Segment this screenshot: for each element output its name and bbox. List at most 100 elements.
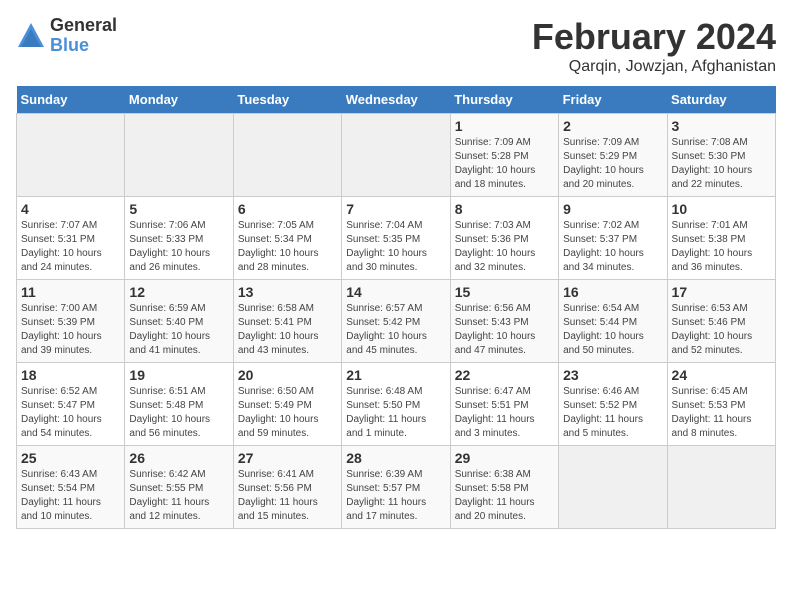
day-number: 23 [563,367,662,383]
day-number: 1 [455,118,554,134]
calendar-cell: 29 Sunrise: 6:38 AM Sunset: 5:58 PM Dayli… [450,446,558,529]
day-info: Sunrise: 7:05 AM Sunset: 5:34 PM Dayligh… [238,219,337,275]
day-number: 7 [346,201,445,217]
day-number: 25 [21,450,120,466]
logo-icon [16,21,46,51]
calendar-cell: 9 Sunrise: 7:02 AM Sunset: 5:37 PM Daylig… [559,197,667,280]
calendar-body: 1 Sunrise: 7:09 AM Sunset: 5:28 PM Daylig… [17,114,776,529]
day-info: Sunrise: 6:47 AM Sunset: 5:51 PM Dayligh… [455,385,554,441]
calendar-table: SundayMondayTuesdayWednesdayThursdayFrid… [16,86,776,529]
day-number: 15 [455,284,554,300]
day-number: 27 [238,450,337,466]
day-info: Sunrise: 6:50 AM Sunset: 5:49 PM Dayligh… [238,385,337,441]
day-info: Sunrise: 6:39 AM Sunset: 5:57 PM Dayligh… [346,468,445,524]
calendar-cell: 18Sunrise: 6:52 AM Sunset: 5:47 PM Dayli… [17,363,125,446]
day-info: Sunrise: 6:45 AM Sunset: 5:53 PM Dayligh… [672,385,771,441]
logo: General Blue [16,16,117,56]
calendar-cell: 4 Sunrise: 7:07 AM Sunset: 5:31 PM Daylig… [17,197,125,280]
day-number: 14 [346,284,445,300]
day-number: 3 [672,118,771,134]
calendar-week-row: 1 Sunrise: 7:09 AM Sunset: 5:28 PM Daylig… [17,114,776,197]
day-info: Sunrise: 7:03 AM Sunset: 5:36 PM Dayligh… [455,219,554,275]
day-of-week-header: Saturday [667,86,775,114]
day-info: Sunrise: 6:48 AM Sunset: 5:50 PM Dayligh… [346,385,445,441]
day-of-week-header: Sunday [17,86,125,114]
day-info: Sunrise: 7:08 AM Sunset: 5:30 PM Dayligh… [672,136,771,192]
calendar-cell [342,114,450,197]
day-info: Sunrise: 7:07 AM Sunset: 5:31 PM Dayligh… [21,219,120,275]
calendar-cell: 14 Sunrise: 6:57 AM Sunset: 5:42 PM Dayli… [342,280,450,363]
day-info: Sunrise: 6:46 AM Sunset: 5:52 PM Dayligh… [563,385,662,441]
day-number: 26 [129,450,228,466]
day-number: 2 [563,118,662,134]
day-number: 9 [563,201,662,217]
calendar-cell: 20 Sunrise: 6:50 AM Sunset: 5:49 PM Dayli… [233,363,341,446]
calendar-week-row: 25 Sunrise: 6:43 AM Sunset: 5:54 PM Dayli… [17,446,776,529]
calendar-cell: 8 Sunrise: 7:03 AM Sunset: 5:36 PM Daylig… [450,197,558,280]
calendar-cell: 23 Sunrise: 6:46 AM Sunset: 5:52 PM Dayli… [559,363,667,446]
day-number: 16 [563,284,662,300]
day-number: 10 [672,201,771,217]
day-number: 13 [238,284,337,300]
calendar-week-row: 11 Sunrise: 7:00 AM Sunset: 5:39 PM Dayli… [17,280,776,363]
day-info: Sunrise: 7:09 AM Sunset: 5:28 PM Dayligh… [455,136,554,192]
calendar-cell: 10 Sunrise: 7:01 AM Sunset: 5:38 PM Dayli… [667,197,775,280]
day-info: Sunrise: 7:09 AM Sunset: 5:29 PM Dayligh… [563,136,662,192]
day-info: Sunrise: 6:54 AM Sunset: 5:44 PM Dayligh… [563,302,662,358]
calendar-week-row: 18Sunrise: 6:52 AM Sunset: 5:47 PM Dayli… [17,363,776,446]
day-number: 12 [129,284,228,300]
day-info: Sunrise: 6:53 AM Sunset: 5:46 PM Dayligh… [672,302,771,358]
day-number: 4 [21,201,120,217]
day-info: Sunrise: 6:57 AM Sunset: 5:42 PM Dayligh… [346,302,445,358]
calendar-cell [233,114,341,197]
day-number: 5 [129,201,228,217]
day-number: 6 [238,201,337,217]
day-number: 21 [346,367,445,383]
day-number: 20 [238,367,337,383]
day-of-week-header: Monday [125,86,233,114]
day-number: 29 [455,450,554,466]
calendar-cell: 25 Sunrise: 6:43 AM Sunset: 5:54 PM Dayli… [17,446,125,529]
day-info: Sunrise: 7:04 AM Sunset: 5:35 PM Dayligh… [346,219,445,275]
day-number: 22 [455,367,554,383]
day-number: 17 [672,284,771,300]
calendar-cell: 2 Sunrise: 7:09 AM Sunset: 5:29 PM Daylig… [559,114,667,197]
day-info: Sunrise: 7:02 AM Sunset: 5:37 PM Dayligh… [563,219,662,275]
day-info: Sunrise: 6:43 AM Sunset: 5:54 PM Dayligh… [21,468,120,524]
day-number: 19 [129,367,228,383]
calendar-cell: 27Sunrise: 6:41 AM Sunset: 5:56 PM Dayli… [233,446,341,529]
calendar-cell: 24Sunrise: 6:45 AM Sunset: 5:53 PM Dayli… [667,363,775,446]
calendar-cell: 17 Sunrise: 6:53 AM Sunset: 5:46 PM Dayli… [667,280,775,363]
calendar-cell: 13Sunrise: 6:58 AM Sunset: 5:41 PM Dayli… [233,280,341,363]
day-info: Sunrise: 7:06 AM Sunset: 5:33 PM Dayligh… [129,219,228,275]
day-info: Sunrise: 6:38 AM Sunset: 5:58 PM Dayligh… [455,468,554,524]
calendar-cell [17,114,125,197]
calendar-cell: 11 Sunrise: 7:00 AM Sunset: 5:39 PM Dayli… [17,280,125,363]
calendar-cell [125,114,233,197]
calendar-cell: 5 Sunrise: 7:06 AM Sunset: 5:33 PM Daylig… [125,197,233,280]
calendar-header-row: SundayMondayTuesdayWednesdayThursdayFrid… [17,86,776,114]
logo-blue-text: Blue [50,36,117,56]
calendar-cell [559,446,667,529]
location-title: Qarqin, Jowzjan, Afghanistan [532,58,776,76]
calendar-cell: 22 Sunrise: 6:47 AM Sunset: 5:51 PM Dayli… [450,363,558,446]
calendar-cell: 21 Sunrise: 6:48 AM Sunset: 5:50 PM Dayli… [342,363,450,446]
calendar-cell: 12 Sunrise: 6:59 AM Sunset: 5:40 PM Dayli… [125,280,233,363]
calendar-cell: 1 Sunrise: 7:09 AM Sunset: 5:28 PM Daylig… [450,114,558,197]
day-of-week-header: Tuesday [233,86,341,114]
logo-general-text: General [50,16,117,36]
day-info: Sunrise: 6:52 AM Sunset: 5:47 PM Dayligh… [21,385,120,441]
day-info: Sunrise: 6:59 AM Sunset: 5:40 PM Dayligh… [129,302,228,358]
calendar-cell: 28 Sunrise: 6:39 AM Sunset: 5:57 PM Dayli… [342,446,450,529]
day-info: Sunrise: 7:00 AM Sunset: 5:39 PM Dayligh… [21,302,120,358]
day-info: Sunrise: 6:56 AM Sunset: 5:43 PM Dayligh… [455,302,554,358]
day-info: Sunrise: 7:01 AM Sunset: 5:38 PM Dayligh… [672,219,771,275]
calendar-week-row: 4 Sunrise: 7:07 AM Sunset: 5:31 PM Daylig… [17,197,776,280]
calendar-cell [667,446,775,529]
calendar-cell: 3 Sunrise: 7:08 AM Sunset: 5:30 PM Daylig… [667,114,775,197]
day-number: 8 [455,201,554,217]
day-number: 11 [21,284,120,300]
calendar-cell: 15 Sunrise: 6:56 AM Sunset: 5:43 PM Dayli… [450,280,558,363]
day-number: 28 [346,450,445,466]
day-info: Sunrise: 6:51 AM Sunset: 5:48 PM Dayligh… [129,385,228,441]
